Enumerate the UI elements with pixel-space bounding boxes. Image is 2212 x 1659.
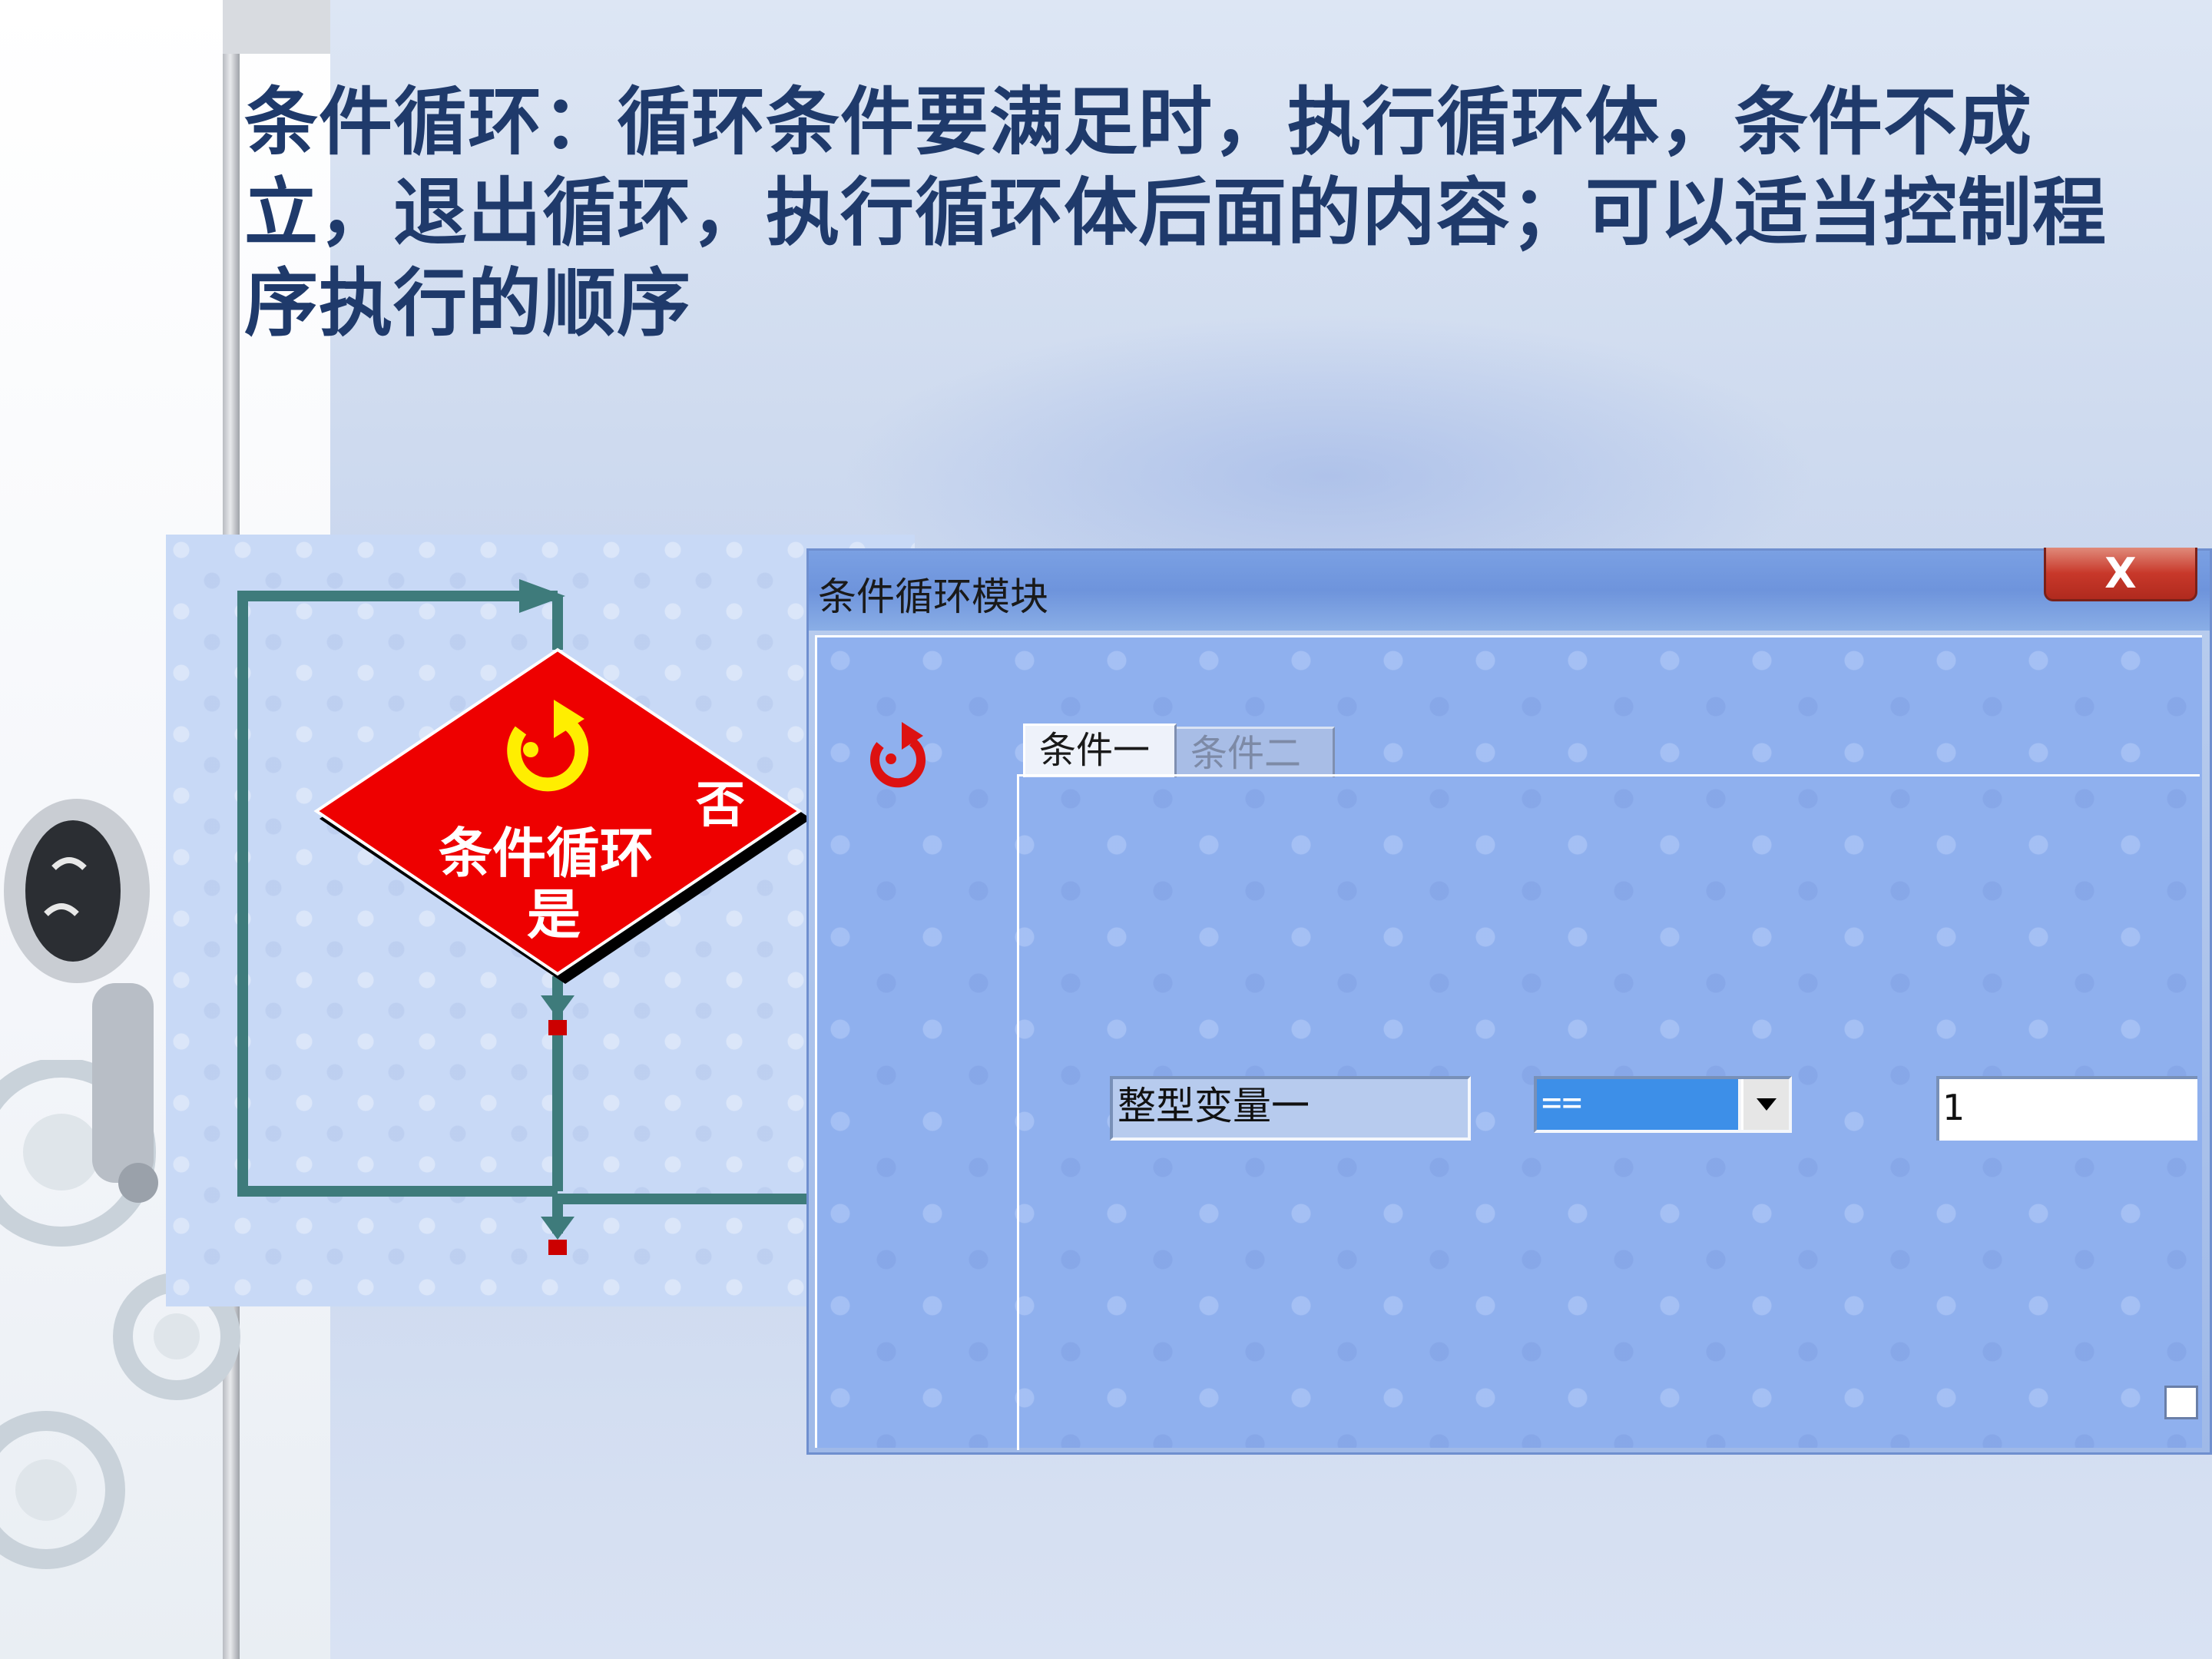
yes-branch-marker bbox=[548, 1020, 567, 1035]
small-checkbox[interactable] bbox=[2164, 1386, 2198, 1419]
no-label: 否 bbox=[696, 777, 745, 834]
variable-field[interactable]: 整型变量一 bbox=[1110, 1076, 1471, 1141]
close-icon: X bbox=[2104, 549, 2137, 598]
dialog-title: 条件循环模块 bbox=[818, 575, 1048, 619]
dialog-titlebar[interactable]: 条件循环模块 X bbox=[809, 548, 2210, 631]
diamond-label: 条件循环 bbox=[439, 822, 654, 885]
yes-label: 是 bbox=[527, 883, 581, 946]
dialog-body: 条件一 条件二 整型变量一 == 1 bbox=[815, 635, 2202, 1450]
close-button[interactable]: X bbox=[2044, 548, 2197, 601]
dropdown-arrow-button[interactable] bbox=[1741, 1079, 1789, 1130]
loop-module-dialog: 条件循环模块 X 条件一 条件二 整型变量一 == 1 bbox=[806, 548, 2212, 1455]
operator-select[interactable]: == bbox=[1534, 1076, 1792, 1133]
loop-icon bbox=[870, 722, 926, 788]
flowchart-panel: 条件循环 是 否 bbox=[166, 535, 915, 1306]
dropdown-arrow-icon bbox=[1756, 1098, 1777, 1111]
value-input[interactable]: 1 bbox=[1936, 1076, 2197, 1141]
robot-illustration bbox=[4, 799, 158, 1203]
condition-panel: 整型变量一 == 1 bbox=[1017, 774, 2200, 1450]
exit-marker bbox=[548, 1240, 567, 1255]
slide-edge-top bbox=[223, 0, 330, 54]
tab-condition-2[interactable]: 条件二 bbox=[1177, 727, 1335, 777]
slide-title: 条件循环：循环条件要满足时，执行循环体，条件不成立，退出循环，执行循环体后面的内… bbox=[244, 79, 2107, 346]
tab-condition-1[interactable]: 条件一 bbox=[1023, 724, 1177, 777]
operator-value[interactable]: == bbox=[1537, 1079, 1738, 1130]
